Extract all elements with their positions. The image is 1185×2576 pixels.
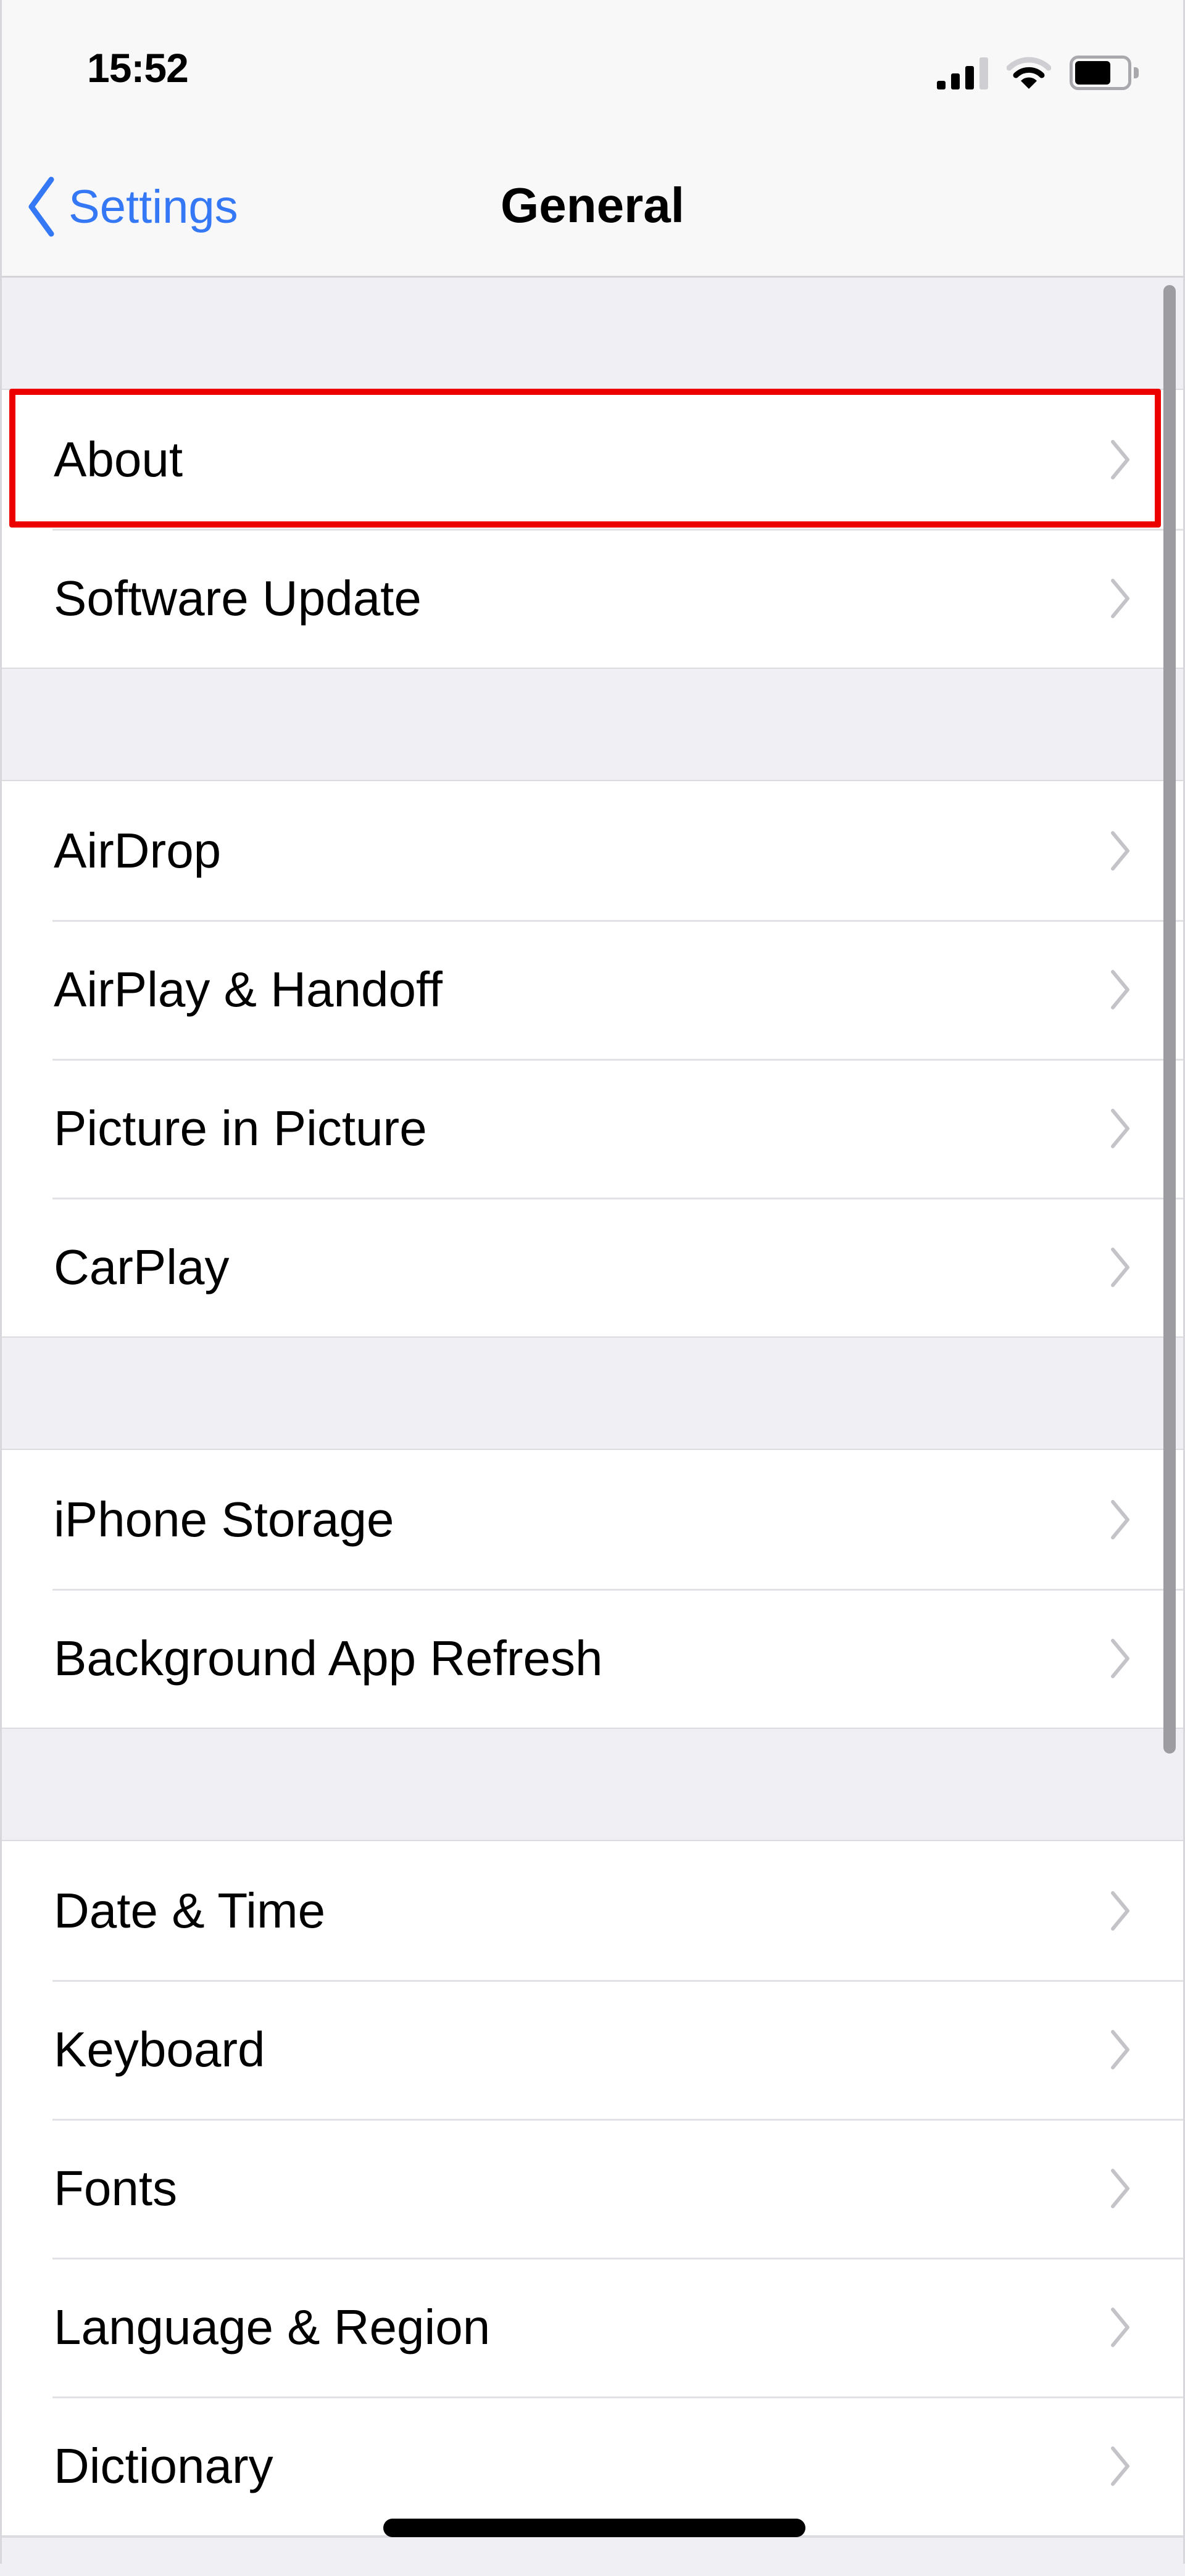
chevron-right-icon [1111, 1108, 1129, 1148]
chevron-right-icon [1111, 2307, 1129, 2347]
status-bar: 15:52 [2, 0, 1183, 108]
chevron-right-icon [1111, 969, 1129, 1009]
chevron-right-icon [1111, 2446, 1129, 2486]
screen: 15:52 Settings General About Software Up… [0, 0, 1185, 2576]
chevron-right-icon [1111, 1499, 1129, 1539]
list-item-label: AirPlay & Handoff [54, 961, 443, 1017]
cellular-signal-icon [937, 56, 988, 89]
bottom-inset [2, 2537, 1183, 2576]
list-item-label: Keyboard [54, 2021, 265, 2077]
list-item-airplay-handoff[interactable]: AirPlay & Handoff [2, 920, 1183, 1059]
list-item-label: Software Update [54, 570, 422, 626]
list-item-language-region[interactable]: Language & Region [2, 2258, 1183, 2396]
battery-fill [1075, 61, 1110, 85]
status-time: 15:52 [87, 45, 189, 91]
list-item-carplay[interactable]: CarPlay [2, 1198, 1183, 1336]
settings-group-3: iPhone Storage Background App Refresh [2, 1449, 1183, 1729]
chevron-right-icon [1111, 1247, 1129, 1287]
list-item-software-update[interactable]: Software Update [2, 529, 1183, 668]
list-item-label: AirDrop [54, 822, 222, 878]
chevron-right-icon [1111, 830, 1129, 871]
list-item-label: About [54, 431, 183, 487]
list-item-picture-in-picture[interactable]: Picture in Picture [2, 1059, 1183, 1198]
list-item-keyboard[interactable]: Keyboard [2, 1980, 1183, 2119]
section-spacer [2, 1338, 1183, 1449]
list-item-label: Background App Refresh [54, 1630, 603, 1686]
list-item-about[interactable]: About [2, 390, 1183, 529]
chevron-right-icon [1111, 578, 1129, 618]
chevron-right-icon [1111, 439, 1129, 479]
chevron-right-icon [1111, 1891, 1129, 1931]
list-item-airdrop[interactable]: AirDrop [2, 781, 1183, 920]
list-item-label: Dictionary [54, 2438, 273, 2493]
battery-icon [1070, 56, 1139, 90]
chevron-right-icon [1111, 2168, 1129, 2208]
chevron-right-icon [1111, 1638, 1129, 1678]
section-spacer [2, 278, 1183, 389]
list-item-background-app-refresh[interactable]: Background App Refresh [2, 1589, 1183, 1728]
settings-list: About Software Update AirDrop AirPlay & … [2, 278, 1183, 2576]
list-item-label: iPhone Storage [54, 1491, 394, 1547]
settings-group-1: About Software Update [2, 389, 1183, 669]
section-spacer [2, 669, 1183, 780]
list-item-fonts[interactable]: Fonts [2, 2119, 1183, 2258]
status-icons [937, 54, 1139, 91]
navigation-bar: Settings General [2, 108, 1183, 278]
list-item-label: Date & Time [54, 1882, 326, 1938]
wifi-icon [1007, 57, 1051, 89]
list-item-label: Picture in Picture [54, 1100, 427, 1156]
list-item-dictionary[interactable]: Dictionary [2, 2396, 1183, 2535]
section-spacer [2, 1729, 1183, 1840]
list-item-label: CarPlay [54, 1239, 230, 1294]
scrollbar[interactable] [1163, 285, 1176, 1754]
home-indicator[interactable] [383, 2519, 805, 2537]
list-item-date-time[interactable]: Date & Time [2, 1841, 1183, 1980]
chevron-right-icon [1111, 2029, 1129, 2069]
settings-group-4: Date & Time Keyboard Fonts Language & Re… [2, 1840, 1183, 2537]
settings-group-2: AirDrop AirPlay & Handoff Picture in Pic… [2, 780, 1183, 1338]
page-title: General [501, 178, 684, 233]
list-item-label: Language & Region [54, 2299, 491, 2354]
list-item-label: Fonts [54, 2160, 178, 2216]
list-item-iphone-storage[interactable]: iPhone Storage [2, 1450, 1183, 1589]
